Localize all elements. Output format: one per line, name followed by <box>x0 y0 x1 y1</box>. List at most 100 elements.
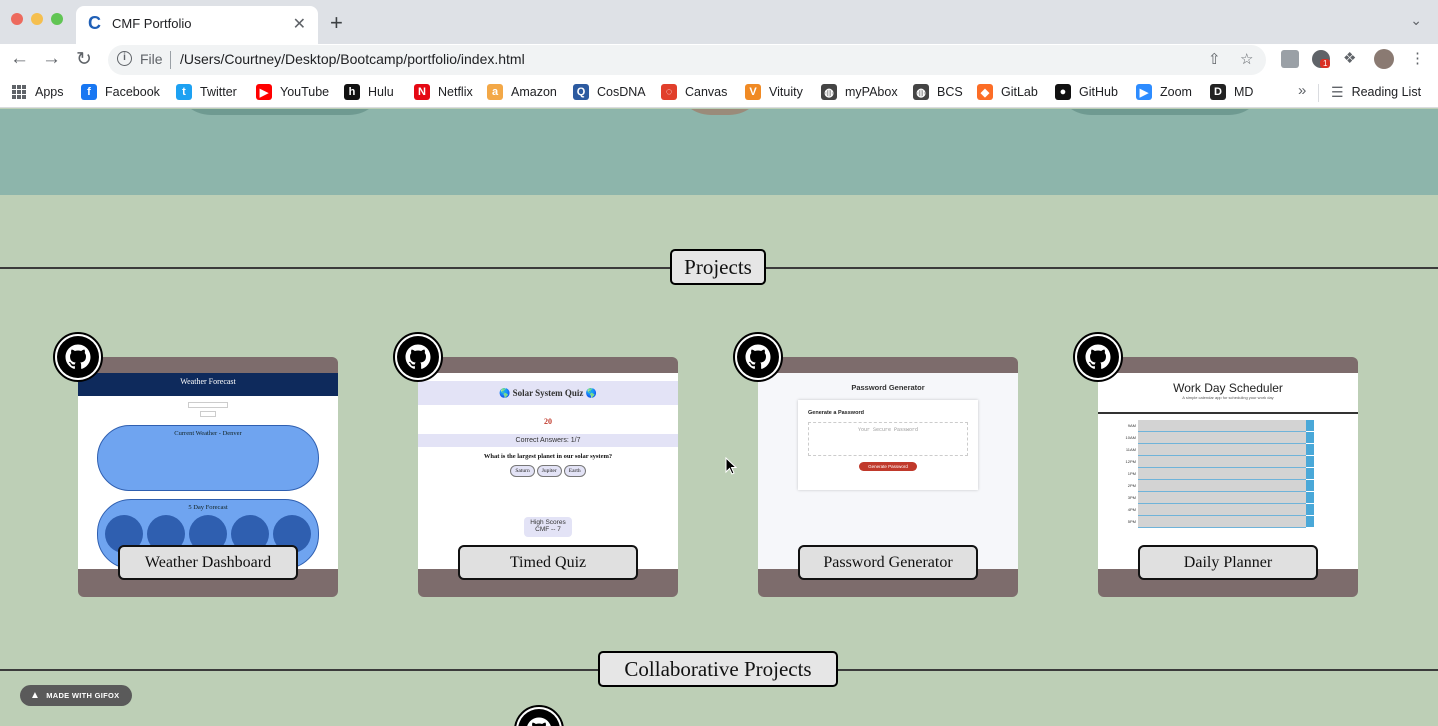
bookmark-youtube[interactable]: ▶ YouTube <box>256 83 329 101</box>
puzzle-extensions-icon[interactable]: ❖ <box>1343 49 1356 67</box>
project-preview-image: Password Generator Generate a Password Y… <box>758 373 1018 569</box>
file-scheme-label: File <box>140 51 163 67</box>
preview-hour-row: 10AM <box>1126 432 1314 444</box>
bookmark-label: Zoom <box>1160 85 1192 99</box>
project-title-button[interactable]: Weather Dashboard <box>118 545 298 580</box>
share-icon[interactable]: ⇧ <box>1208 50 1221 68</box>
bookmark-github[interactable]: ● GitHub <box>1055 83 1118 101</box>
project-card-password[interactable]: Password Generator Generate a Password Y… <box>733 332 1018 597</box>
github-icon <box>518 709 560 726</box>
zoom-icon: ▶ <box>1136 84 1152 100</box>
browser-tab[interactable]: C CMF Portfolio ✕ <box>76 6 318 44</box>
bookmarks-overflow-icon[interactable]: » <box>1298 82 1306 99</box>
bookmark-label: CosDNA <box>597 85 646 99</box>
bookmark-label: Apps <box>35 85 64 99</box>
project-title-button[interactable]: Daily Planner <box>1138 545 1318 580</box>
bookmark-mypabox[interactable]: ◍ myPAbox <box>821 83 898 101</box>
preview-hour-row: 1PM <box>1128 468 1314 480</box>
extension-icon[interactable]: 1 <box>1312 50 1331 68</box>
github-link[interactable] <box>53 332 103 382</box>
project-card-weather[interactable]: Weather Forecast Current Weather - Denve… <box>53 332 338 597</box>
github-link[interactable] <box>733 332 783 382</box>
zoom-window-button[interactable] <box>51 13 63 25</box>
fox-icon: ▲ <box>30 690 41 701</box>
project-card-planner[interactable]: Work Day Scheduler A simple calendar app… <box>1073 332 1358 597</box>
tab-strip: C CMF Portfolio ✕ + ⌄ <box>0 0 1438 44</box>
profile-avatar[interactable] <box>1374 49 1394 69</box>
reading-list-label: Reading List <box>1351 85 1422 99</box>
preview-hour-label: 9AM <box>1127 423 1136 428</box>
bookmark-label: Hulu <box>368 85 394 99</box>
github-icon <box>397 336 439 378</box>
tab-close-icon[interactable]: ✕ <box>293 14 306 34</box>
forward-arrow-icon[interactable]: → <box>42 48 61 70</box>
bookmark-facebook[interactable]: f Facebook <box>81 83 160 101</box>
reload-icon[interactable]: ↻ <box>76 48 92 71</box>
hulu-icon: h <box>344 84 360 100</box>
preview-subtitle: A simple calendar app for scheduling you… <box>1182 395 1274 400</box>
address-bar[interactable]: i File /Users/Courtney/Desktop/Bootcamp/… <box>108 45 1266 75</box>
reading-list-button[interactable]: ☰ Reading List <box>1331 83 1421 101</box>
gitlab-icon: ◆ <box>977 84 993 100</box>
preview-hour-row: 9AM <box>1128 420 1314 432</box>
reading-list-icon: ☰ <box>1331 83 1344 100</box>
bookmark-label: Twitter <box>200 85 237 99</box>
watermark-text: MADE WITH GIFOX <box>46 691 120 700</box>
tab-favicon-icon: C <box>88 13 101 33</box>
globe-icon: ◍ <box>821 84 837 100</box>
bookmark-cosdna[interactable]: Q CosDNA <box>573 83 646 101</box>
back-arrow-icon[interactable]: ← <box>10 48 29 70</box>
github-link[interactable] <box>393 332 443 382</box>
preview-hour-label: 4PM <box>1127 507 1136 512</box>
projects-heading: Projects <box>670 249 766 285</box>
extension-badge: 1 <box>1320 59 1331 68</box>
collab-projects-heading: Collaborative Projects <box>598 651 838 687</box>
project-preview-image: Weather Forecast Current Weather - Denve… <box>78 373 338 569</box>
close-window-button[interactable] <box>11 13 23 25</box>
preview-current-weather: Current Weather - Denver <box>97 425 319 491</box>
bookmark-gitlab[interactable]: ◆ GitLab <box>977 83 1038 101</box>
bookmark-label: myPAbox <box>845 85 898 99</box>
canvas-icon: ◌ <box>661 84 677 100</box>
preview-option: Jupiter <box>536 465 562 477</box>
preview-high-scores: High Scores CMF -- 7 <box>524 517 572 537</box>
preview-question: What is the largest planet in our solar … <box>483 453 613 460</box>
bookmark-bcs[interactable]: ◍ BCS <box>913 83 963 101</box>
bookmark-hulu[interactable]: h Hulu <box>344 83 394 101</box>
kebab-menu-icon[interactable]: ⋮ <box>1410 49 1425 67</box>
hero-card-edge <box>1055 109 1265 115</box>
bookmark-apps[interactable]: Apps <box>12 83 64 101</box>
bookmark-label: Vituity <box>769 85 803 99</box>
bookmark-canvas[interactable]: ◌ Canvas <box>661 83 727 101</box>
project-preview-image: Work Day Scheduler A simple calendar app… <box>1098 373 1358 569</box>
bookmark-label: MD <box>1234 85 1254 99</box>
url-text[interactable]: /Users/Courtney/Desktop/Bootcamp/portfol… <box>180 51 525 67</box>
omnibox-divider <box>170 51 171 69</box>
project-card-quiz[interactable]: 🌎 Solar System Quiz 🌎 20 Correct Answers… <box>393 332 678 597</box>
bookmark-md[interactable]: D MD <box>1210 83 1253 101</box>
preview-title: Work Day Scheduler <box>1173 381 1283 395</box>
bookmark-star-icon[interactable]: ☆ <box>1240 50 1253 68</box>
preview-hour-row: 2PM <box>1128 480 1314 492</box>
bookmark-vituity[interactable]: V Vituity <box>745 83 803 101</box>
bookmark-amazon[interactable]: a Amazon <box>487 83 557 101</box>
bookmark-label: BCS <box>937 85 963 99</box>
github-icon: ● <box>1055 84 1071 100</box>
bookmark-netflix[interactable]: N Netflix <box>414 83 473 101</box>
preview-hour-row: 3PM <box>1128 492 1314 504</box>
project-title-button[interactable]: Password Generator <box>798 545 978 580</box>
preview-options: Saturn Jupiter Earth <box>418 465 678 477</box>
new-tab-button[interactable]: + <box>330 10 343 36</box>
minimize-window-button[interactable] <box>31 13 43 25</box>
github-link[interactable] <box>1073 332 1123 382</box>
project-title-button[interactable]: Timed Quiz <box>458 545 638 580</box>
bookmark-twitter[interactable]: t Twitter <box>176 83 237 101</box>
info-icon[interactable]: i <box>117 51 132 66</box>
bookmark-zoom[interactable]: ▶ Zoom <box>1136 83 1192 101</box>
preview-panel: Generate a Password Your Secure Password… <box>798 400 978 490</box>
extension-icon[interactable] <box>1281 50 1299 68</box>
github-icon <box>737 336 779 378</box>
bookmark-label: GitHub <box>1079 85 1118 99</box>
tab-search-chevron-icon[interactable]: ⌄ <box>1410 12 1422 29</box>
github-link[interactable] <box>514 705 564 726</box>
